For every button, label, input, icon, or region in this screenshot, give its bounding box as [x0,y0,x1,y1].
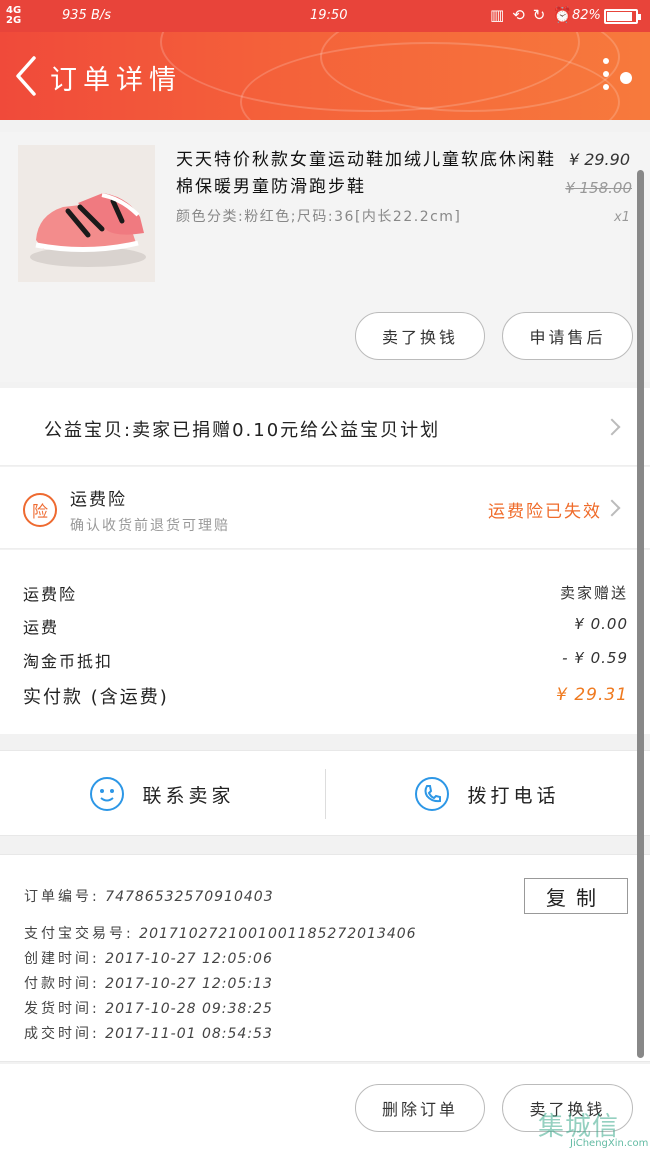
chevron-right-icon [603,418,621,436]
insurance-status: 运费险已失效 [488,502,602,522]
after-sale-button[interactable]: 申请售后 [502,312,633,360]
order-number-label: 订单编号: [24,889,100,905]
alipay-line: 支付宝交易号: 2017102721001001185272013406 [24,923,417,943]
product-card[interactable]: 天天特价秋款女童运动鞋加绒儿童软底休闲鞋棉保暖男童防滑跑步鞋 颜色分类:粉红色;… [0,132,650,382]
done-label: 成交时间: [24,1026,100,1042]
shipping-insurance-row[interactable]: 险 运费险 确认收货前退货可理赔 运费险已失效 [0,467,650,549]
sync-icon: ↻ [532,6,546,24]
alipay-label: 支付宝交易号: [24,926,134,942]
product-price: ¥ 29.90 [568,150,630,169]
call-label: 拨打电话 [467,784,560,807]
paid-line: 付款时间: 2017-10-27 12:05:13 [24,973,273,993]
order-info: 订单编号: 74786532570910403 复制 支付宝交易号: 20171… [0,854,650,1062]
more-dot-icon [603,71,609,77]
chevron-left-icon [16,56,36,96]
back-button[interactable] [12,54,42,98]
paid-label: 付款时间: [24,976,100,992]
shipped-value: 2017-10-28 09:38:25 [105,1001,273,1017]
fee-label: 运费险 [23,585,78,604]
more-options-button[interactable] [596,58,616,98]
battery-icon [604,9,641,24]
shipped-line: 发货时间: 2017-10-28 09:38:25 [24,998,273,1018]
charity-row[interactable]: 公益宝贝:卖家已捐赠0.10元给公益宝贝计划 [0,388,650,466]
copy-button[interactable]: 复制 [524,878,628,914]
signal-bottom-label: 2G [6,15,22,26]
signal-indicator: 4G 2G [6,6,21,26]
order-number-value: 74786532570910403 [105,889,274,905]
total-paid-value: ¥ 29.31 [556,685,628,705]
insurance-badge-icon: 险 [23,493,57,527]
rotation-lock-icon: ⟲ [512,6,525,24]
product-original-price: ¥ 158.00 [565,179,632,197]
fee-summary: 运费险 卖家赠送 运费 ¥ 0.00 淘金币抵扣 - ¥ 0.59 实付款 (含… [0,550,650,734]
product-sku: 颜色分类:粉红色;尺码:36[内长22.2cm] [176,209,462,225]
insurance-title: 运费险 [70,490,127,510]
fee-value: - ¥ 0.59 [562,649,628,667]
fee-value: ¥ 0.00 [574,615,628,633]
status-bar: 4G 2G 935 B/s 19:50 ▥ ⟲ ↻ ⏰ 82% [0,0,650,32]
shipped-label: 发货时间: [24,1001,100,1017]
created-line: 创建时间: 2017-10-27 12:05:06 [24,948,273,968]
contact-seller-button[interactable]: 联系卖家 [0,751,325,837]
phone-icon [415,777,450,811]
delete-order-button[interactable]: 删除订单 [355,1084,485,1132]
product-image[interactable] [18,145,155,282]
status-icons: ▥ ⟲ ↻ ⏰ [490,6,572,24]
total-paid-label: 实付款 (含运费) [23,687,169,708]
done-line: 成交时间: 2017-11-01 08:54:53 [24,1023,273,1043]
fee-label: 运费 [23,618,60,637]
more-dot-icon [603,58,609,64]
call-button[interactable]: 拨打电话 [325,751,650,837]
insurance-subtitle: 确认收货前退货可理赔 [70,518,230,534]
scrollbar[interactable] [637,170,644,1058]
alarm-icon: ⏰ [553,6,573,24]
battery-percent: 82% [572,8,601,23]
created-label: 创建时间: [24,951,100,967]
alipay-value: 2017102721001001185272013406 [139,926,417,942]
notification-dot [620,72,632,84]
vibrate-icon: ▥ [490,6,505,24]
product-quantity: x1 [614,210,630,225]
fee-label: 淘金币抵扣 [23,652,114,671]
pink-sneaker-image [18,145,155,282]
network-speed: 935 B/s [62,8,112,23]
chat-bubble-icon [90,777,125,811]
done-value: 2017-11-01 08:54:53 [105,1026,273,1042]
watermark-url: JiChengXin.com [570,1138,649,1149]
created-value: 2017-10-27 12:05:06 [105,951,273,967]
page-title: 订单详情 [50,65,182,96]
app-header: 订单详情 [0,32,650,120]
more-dot-icon [603,84,609,90]
charity-text: 公益宝贝:卖家已捐赠0.10元给公益宝贝计划 [44,420,441,441]
product-name[interactable]: 天天特价秋款女童运动鞋加绒儿童软底休闲鞋棉保暖男童防滑跑步鞋 [176,147,556,201]
paid-value: 2017-10-27 12:05:13 [105,976,273,992]
watermark-logo: 集城信 JiChengXin.com [534,1104,650,1155]
contact-bar: 联系卖家 拨打电话 [0,750,650,836]
clock: 19:50 [310,8,348,23]
chevron-right-icon [603,499,621,517]
sell-button[interactable]: 卖了换钱 [355,312,485,360]
contact-seller-label: 联系卖家 [142,784,235,807]
order-number-line: 订单编号: 74786532570910403 [24,886,274,906]
fee-value: 卖家赠送 [559,584,628,602]
battery-fill [607,12,632,21]
